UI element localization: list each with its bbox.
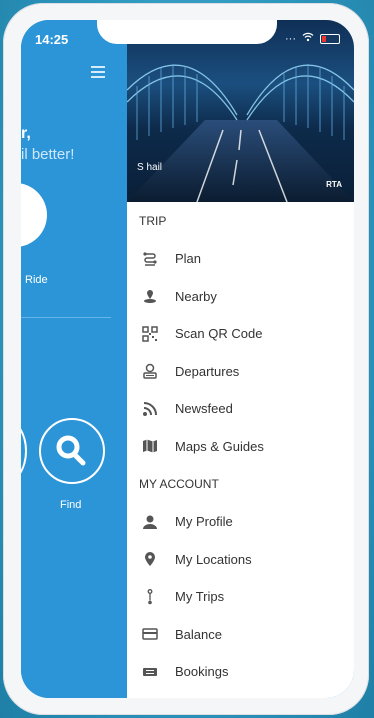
menu-item-departures[interactable]: Departures [127,353,354,391]
greeting-subtitle: il better! [21,146,75,163]
section-header-trip: TRIP [139,214,167,228]
wifi-icon [302,32,314,45]
menu-item-my-trips[interactable]: My Trips [127,578,354,616]
menu-item-label: My Profile [175,514,233,530]
find-label: Find [60,499,82,511]
rta-logo: RTA [326,180,342,189]
ride-label: Ride [25,274,48,286]
menu-item-label: Scan QR Code [175,326,263,342]
status-icons: ··· [285,32,340,45]
background-stage: 14:25 ··· r, il better! Ride Find S hail… [0,0,374,718]
hamburger-menu-icon[interactable] [91,66,105,78]
search-icon [56,435,86,466]
menu-item-bookings[interactable]: Bookings [127,653,354,691]
route-icon [141,250,159,268]
section-header-my-account: MY ACCOUNT [139,477,219,491]
menu-item-newsfeed[interactable]: Newsfeed [127,390,354,428]
menu-item-label: Bookings [175,664,229,680]
profile-icon [141,513,159,531]
sahail-logo: S hail [137,162,163,173]
greeting-title: r, [21,125,31,142]
menu-item-plan[interactable]: Plan [127,240,354,278]
pin-icon [141,550,159,568]
menu-item-label: Plan [175,251,202,267]
partial-circle-button[interactable] [21,418,27,484]
signal-icon: ··· [285,32,296,45]
menu-item-maps-guides[interactable]: Maps & Guides [127,428,354,466]
bridge-illustration [127,64,354,202]
menu-item-label: Balance [175,626,222,642]
departures-icon [141,362,159,380]
ride-button[interactable] [21,183,47,247]
qr-code-icon [141,325,159,343]
menu-item-label: My Locations [175,551,252,567]
menu-item-scan-qr-code[interactable]: Scan QR Code [127,315,354,353]
menu-item-my-profile[interactable]: My Profile [127,503,354,541]
rss-icon [141,400,159,418]
ticket-icon [141,663,159,681]
trips-icon [141,588,159,606]
location-pin-icon [141,287,159,305]
menu-item-my-locations[interactable]: My Locations [127,541,354,579]
menu-item-label: Newsfeed [175,401,233,417]
divider [21,317,111,318]
side-menu-drawer: S hail RTA TRIP Plan Nearby Scan QR Code… [127,20,354,698]
menu-item-nearby[interactable]: Nearby [127,278,354,316]
notch [97,20,277,44]
phone-screen: 14:25 ··· r, il better! Ride Find S hail… [21,20,354,698]
menu-item-label: Nearby [175,288,217,304]
status-time: 14:25 [35,32,69,47]
menu-item-label: Departures [175,363,240,379]
menu-item-label: Maps & Guides [175,438,264,454]
map-icon [141,437,159,455]
menu-item-balance[interactable]: Balance [127,616,354,654]
battery-icon [320,33,340,44]
menu-item-label: My Trips [175,589,225,605]
card-icon [141,625,159,643]
menu-banner-image: S hail RTA [127,20,354,202]
home-screen-partial: r, il better! Ride Find [21,20,127,698]
find-button[interactable] [39,418,105,484]
